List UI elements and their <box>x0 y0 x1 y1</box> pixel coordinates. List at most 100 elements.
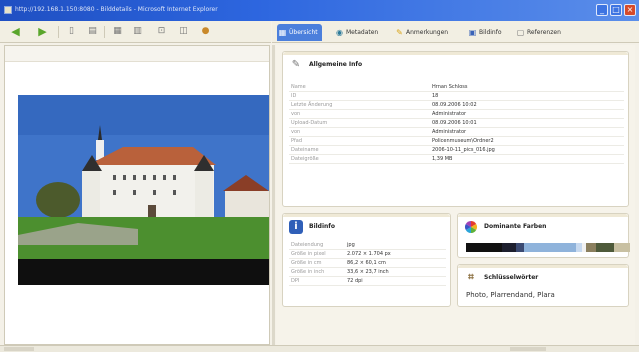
color-swatch <box>524 243 576 252</box>
image-info-title: i Bildinfo <box>289 220 335 234</box>
property-value: 72 dpi <box>344 276 446 286</box>
pane-splitter[interactable] <box>272 45 275 345</box>
page-icon[interactable]: ▯ <box>66 26 77 37</box>
color-swatch <box>596 243 614 252</box>
title-bar[interactable]: http://192.168.1.150:8080 - Bilddetails … <box>0 0 639 21</box>
castle-photo[interactable] <box>18 95 269 285</box>
property-row: ID 18 <box>289 91 624 101</box>
keywords-card: ⌗ Schlüsselwörter Photo, Plarrendand, Pl… <box>457 264 629 307</box>
window-title: http://192.168.1.150:8080 - Bilddetails … <box>15 6 218 13</box>
property-value: 08.09.2006 10:01 <box>429 118 624 128</box>
copy-icon[interactable]: ▥ <box>132 26 143 37</box>
image-preview-pane <box>4 45 270 345</box>
delete-icon[interactable]: ◫ <box>178 26 189 37</box>
tab-label: Referenzen <box>527 29 561 36</box>
property-row: DPI 72 dpi <box>289 276 446 286</box>
print-icon[interactable]: ▤ <box>87 26 98 37</box>
property-value: 2.072 × 1.704 px <box>344 249 446 259</box>
imageinfo-icon: ▣ <box>468 28 477 37</box>
property-row: Dateigröße 1,39 MB <box>289 154 624 164</box>
keywords-title: ⌗ Schlüsselwörter <box>464 271 538 285</box>
tab-label: Anmerkungen <box>406 29 449 36</box>
color-swatch <box>614 243 630 252</box>
property-key: Dateiname <box>289 145 429 155</box>
property-row: Upload-Datum 08.09.2006 10:01 <box>289 118 624 128</box>
toolbar-separator <box>58 26 59 38</box>
close-icon[interactable]: × <box>624 4 636 16</box>
tab-metadata[interactable]: ◉ Metadaten <box>334 24 378 41</box>
property-key: von <box>289 109 429 119</box>
details-pane: ✎ Allgemeine Info Name Hrnan Schloss ID 18 L… <box>276 45 635 345</box>
property-value: 18 <box>429 91 624 101</box>
dominant-colors-card: Dominante Farben <box>457 213 630 258</box>
image-toolbar: ◀ ▶ ▯ ▤ ▦ ▥ ⊡ ◫ ● <box>0 21 271 43</box>
browser-window: http://192.168.1.150:8080 - Bilddetails … <box>0 0 639 352</box>
property-value: 08.09.2006 10:02 <box>429 100 624 110</box>
property-key: Größe in pixel <box>289 249 344 259</box>
property-value: 33,6 × 23,7 inch <box>344 267 446 277</box>
status-text-left <box>4 347 34 351</box>
image-info-rows: Dateiendung jpg Größe in pixel 2.072 × 1.70… <box>289 241 446 286</box>
card-accent <box>458 214 628 217</box>
general-info-card: ✎ Allgemeine Info Name Hrnan Schloss ID 18 L… <box>282 51 629 207</box>
property-row: Dateiname 2006-10-11_pics_016.jpg <box>289 145 624 155</box>
card-title: Dominante Farben <box>484 223 547 230</box>
toolbar-separator <box>104 26 105 38</box>
card-accent <box>283 214 450 217</box>
property-value: Hrnan Schloss <box>429 83 624 92</box>
dominant-color-bar <box>466 243 630 252</box>
card-title: Schlüsselwörter <box>484 274 539 281</box>
dominant-colors-title: Dominante Farben <box>464 220 546 234</box>
property-key: Pfad <box>289 136 429 146</box>
property-row: Name Hrnan Schloss <box>289 83 624 92</box>
references-icon: ▢ <box>516 28 525 37</box>
status-zone <box>510 347 546 351</box>
color-wheel-icon <box>464 220 478 234</box>
property-key: Dateiendung <box>289 241 344 250</box>
card-accent <box>283 52 628 55</box>
document-edit-icon: ✎ <box>291 59 301 70</box>
card-title: Allgemeine Info <box>309 61 363 68</box>
tab-notes[interactable]: ✎ Anmerkungen <box>394 24 448 41</box>
image-info-card: i Bildinfo Dateiendung jpg Größe in pixel 2… <box>282 213 451 307</box>
property-row: Pfad Policenmuseum\Ordner2 <box>289 136 624 146</box>
property-key: von <box>289 127 429 137</box>
property-key: Dateigröße <box>289 154 429 164</box>
tab-overview[interactable]: ▦ Übersicht <box>277 24 322 41</box>
color-swatch <box>466 243 502 252</box>
property-key: Größe in inch <box>289 267 344 277</box>
general-info-rows: Name Hrnan Schloss ID 18 Letzte Änderung 08.0… <box>289 83 624 164</box>
property-row: Größe in inch 33,6 × 23,7 inch <box>289 267 446 277</box>
property-key: Größe in cm <box>289 258 344 268</box>
property-value: Administrator <box>429 127 624 137</box>
property-value: jpg <box>344 241 446 250</box>
forward-arrow-icon[interactable]: ▶ <box>37 26 48 37</box>
edit-icon[interactable]: ▦ <box>112 26 123 37</box>
tag-icon[interactable]: ● <box>200 26 211 37</box>
property-value: 1,39 MB <box>429 154 624 164</box>
metadata-icon: ◉ <box>336 28 343 37</box>
property-key: Letzte Änderung <box>289 100 429 110</box>
minimize-icon[interactable]: _ <box>596 4 608 16</box>
rotate-icon[interactable]: ⊡ <box>156 26 167 37</box>
card-title: Bildinfo <box>309 223 336 230</box>
status-bar <box>0 345 639 352</box>
overview-icon: ▦ <box>278 28 287 37</box>
property-row: Größe in pixel 2.072 × 1.704 px <box>289 249 446 259</box>
tab-label: Metadaten <box>346 29 379 36</box>
image-info-icon: i <box>289 220 303 234</box>
property-value: 86,2 × 60,1 cm <box>344 258 446 268</box>
color-swatch <box>586 243 596 252</box>
tab-references[interactable]: ▢ Referenzen <box>515 24 561 41</box>
tab-imageinfo[interactable]: ▣ Bildinfo <box>467 24 502 41</box>
general-info-title: ✎ Allgemeine Info <box>289 58 362 72</box>
tab-label: Bildinfo <box>479 29 502 36</box>
maximize-icon[interactable]: □ <box>610 4 622 16</box>
property-key: Upload-Datum <box>289 118 429 128</box>
back-arrow-icon[interactable]: ◀ <box>10 26 21 37</box>
keywords-text[interactable]: Photo, Plarrendand, Plara <box>466 291 555 299</box>
app-icon <box>4 6 12 14</box>
preview-header-strip <box>5 46 269 62</box>
property-key: ID <box>289 91 429 101</box>
property-row: Dateiendung jpg <box>289 241 446 250</box>
